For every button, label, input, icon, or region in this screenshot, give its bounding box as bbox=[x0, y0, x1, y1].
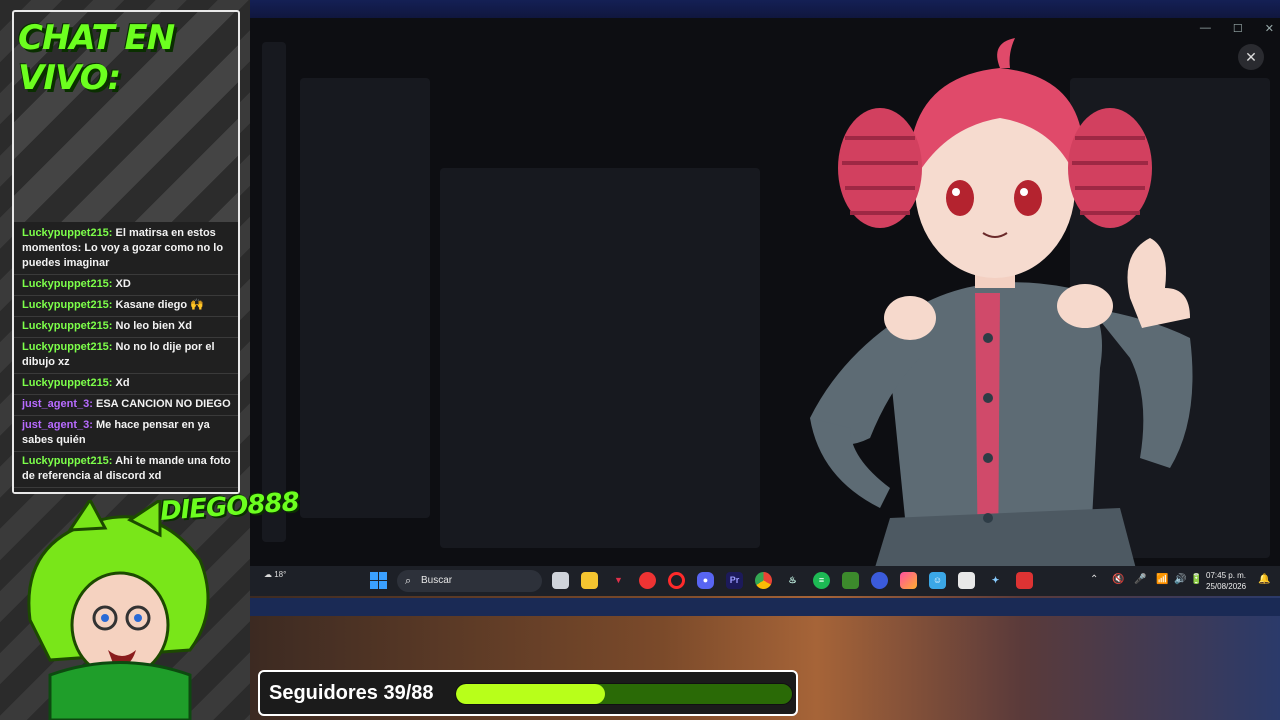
opera-icon[interactable] bbox=[668, 572, 685, 589]
chat-username: Luckypuppet215: bbox=[22, 377, 113, 389]
chat-text: No leo bien Xd bbox=[115, 320, 192, 332]
chat-username: just_agent_3: bbox=[22, 419, 93, 431]
weather-icon: ☁ bbox=[264, 570, 272, 579]
steam-icon[interactable]: ♨ bbox=[784, 572, 801, 589]
clock-time: 07:45 p. m. bbox=[1206, 571, 1247, 580]
weather-widget[interactable]: ☁ 18° bbox=[264, 570, 286, 579]
chat-username: Luckypuppet215: bbox=[22, 455, 113, 467]
minecraft-icon[interactable] bbox=[842, 572, 859, 589]
file-explorer-icon[interactable] bbox=[581, 572, 598, 589]
wifi-icon[interactable]: 📶 bbox=[1156, 574, 1168, 585]
goal-label: Seguidores 39/88 bbox=[269, 682, 434, 704]
goal-track bbox=[455, 683, 793, 705]
vtuber-avatar bbox=[27, 500, 210, 720]
chat-username: Luckypuppet215: bbox=[22, 299, 113, 311]
search-label: Buscar bbox=[421, 575, 453, 586]
goal-fill bbox=[456, 684, 605, 704]
close-icon[interactable]: ✕ bbox=[1238, 44, 1264, 70]
chat-message: Luckypuppet215: Xd bbox=[14, 374, 238, 395]
chat-message: just_agent_3: Me hace pensar en ya sabes… bbox=[14, 416, 238, 452]
chat-title: CHAT EN VIVO: bbox=[18, 18, 175, 98]
browser-icon[interactable] bbox=[639, 572, 656, 589]
chat-text: Xd bbox=[115, 377, 130, 389]
app-icon[interactable] bbox=[900, 572, 917, 589]
mute-icon[interactable]: 🔇 bbox=[1112, 574, 1124, 585]
character-illustration bbox=[810, 38, 1193, 584]
chrome-icon[interactable] bbox=[755, 572, 772, 589]
chat-message: Luckypuppet215: No no lo dije por el dib… bbox=[14, 338, 238, 374]
maximize-icon[interactable]: ☐ bbox=[1233, 22, 1243, 35]
vtuber-avatar-area: DIEGO888 bbox=[0, 480, 300, 720]
taskbar: ☁ 18° ⌕ Buscar ▼ ● Pr ♨ ≡ ☺ ✦ ⌃ 🔇 🎤 📶 🔊 … bbox=[250, 566, 1280, 596]
battery-icon[interactable]: 🔋 bbox=[1190, 574, 1202, 585]
chat-message: Luckypuppet215: XD bbox=[14, 275, 238, 296]
chat-text: ESA CANCION NO DIEGO bbox=[95, 398, 231, 410]
stage-rail bbox=[250, 598, 1280, 616]
clock[interactable]: 07:45 p. m. 25/08/2026 bbox=[1206, 570, 1246, 592]
chat-frame: CHAT EN VIVO: Luckypuppet215: El matirsa… bbox=[12, 10, 240, 494]
chat-username: Luckypuppet215: bbox=[22, 278, 113, 290]
chevron-up-icon[interactable]: ⌃ bbox=[1090, 574, 1098, 585]
trident-icon[interactable]: ▼ bbox=[610, 572, 627, 589]
store-icon[interactable] bbox=[958, 572, 975, 589]
chat-text: Kasane diego 🙌 bbox=[115, 299, 204, 311]
volume-icon[interactable]: 🔊 bbox=[1174, 574, 1186, 585]
app-icon[interactable]: ☺ bbox=[929, 572, 946, 589]
search-icon: ⌕ bbox=[405, 575, 412, 587]
shared-window: — ☐ ✕ ✕ bbox=[250, 18, 1280, 584]
start-button[interactable] bbox=[370, 572, 387, 589]
notification-icon[interactable]: 🔔 bbox=[1258, 574, 1270, 585]
message-area bbox=[440, 168, 760, 548]
chat-text: XD bbox=[115, 278, 131, 290]
chat-message: just_agent_3: ESA CANCION NO DIEGO bbox=[14, 395, 238, 416]
stream-scene: — ☐ ✕ ✕ ☁ 18° ⌕ Buscar ▼ ● Pr ♨ ≡ ☺ ✦ ⌃ … bbox=[0, 0, 1280, 720]
mic-icon[interactable]: 🎤 bbox=[1134, 574, 1146, 585]
weather-temp: 18° bbox=[274, 570, 287, 579]
chat-message: Luckypuppet215: No leo bien Xd bbox=[14, 317, 238, 338]
app-icon[interactable]: ✦ bbox=[987, 572, 1004, 589]
chat-message-list: Luckypuppet215: El matirsa en estos mome… bbox=[14, 222, 238, 492]
chat-username: Luckypuppet215: bbox=[22, 341, 113, 353]
minimize-icon[interactable]: — bbox=[1200, 22, 1211, 35]
app-icon[interactable] bbox=[1016, 572, 1033, 589]
window-controls: — ☐ ✕ bbox=[1200, 22, 1274, 35]
chat-username: Luckypuppet215: bbox=[22, 320, 113, 332]
chat-message: Luckypuppet215: Kasane diego 🙌 bbox=[14, 296, 238, 317]
app-icon[interactable] bbox=[871, 572, 888, 589]
follower-goal-bar: Seguidores 39/88 bbox=[258, 670, 798, 716]
app-sidebar bbox=[262, 42, 286, 542]
chat-username: Luckypuppet215: bbox=[22, 227, 113, 239]
clock-date: 25/08/2026 bbox=[1206, 582, 1247, 591]
discord-icon[interactable]: ● bbox=[697, 572, 714, 589]
channel-list bbox=[300, 78, 430, 518]
premiere-icon[interactable]: Pr bbox=[726, 572, 743, 589]
chat-message: Luckypuppet215: El matirsa en estos mome… bbox=[14, 224, 238, 275]
task-view-icon[interactable] bbox=[552, 572, 569, 589]
chat-username: just_agent_3: bbox=[22, 398, 93, 410]
taskbar-search[interactable]: ⌕ Buscar bbox=[397, 570, 542, 592]
window-close-icon[interactable]: ✕ bbox=[1265, 22, 1274, 35]
spotify-icon[interactable]: ≡ bbox=[813, 572, 830, 589]
